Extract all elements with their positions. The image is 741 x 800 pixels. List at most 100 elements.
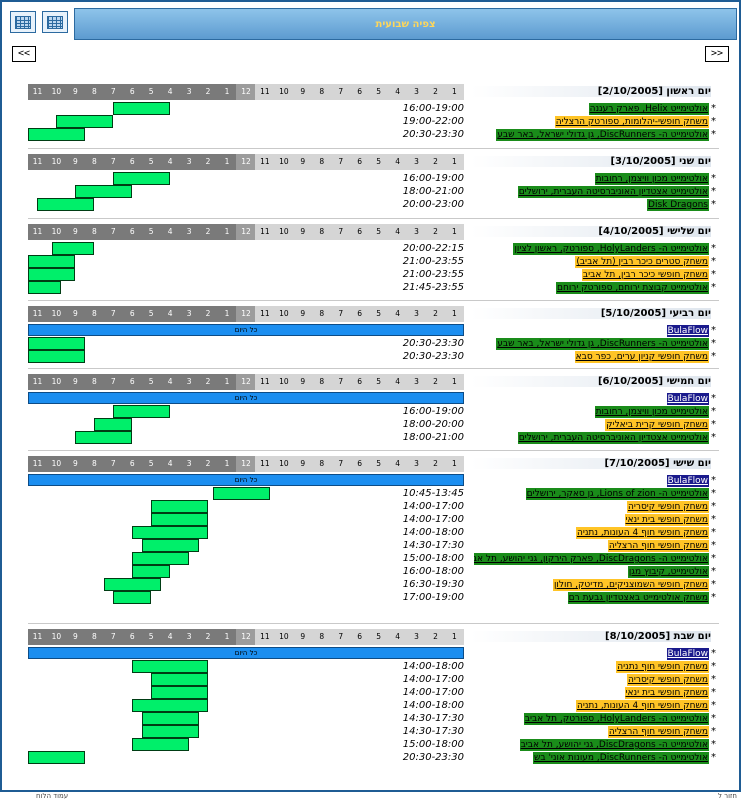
hour-tick-label: 3 [407,629,427,645]
event-link[interactable]: משחק חופשי חוף 4 העונות, נתניה [575,527,709,539]
event-time-bar[interactable] [28,350,85,363]
event-time-bar[interactable] [75,431,133,444]
event-link[interactable]: משחק חופשי כיכר רבין, תל אביב [581,269,709,281]
event-link[interactable]: אולטימייט מכון וויצמן, רחובות [594,406,709,418]
allday-bar[interactable]: כל היום [28,474,464,486]
event-time-bar[interactable] [151,686,209,699]
event-link[interactable]: אולטימייט ה- DiscRunners, מעונות אוני' ב… [533,752,709,764]
event-link[interactable]: אולטימייט ה- DiscRunners, גן גדולי ישראל… [496,338,709,350]
event-time-bar[interactable] [151,500,209,513]
event-time-bar[interactable] [28,268,76,281]
event-time-bar[interactable] [37,198,95,211]
allday-bar[interactable]: כל היום [28,647,464,659]
event-link[interactable]: אולטימייט ה- HolyLanders, ספורטק, תל אבי… [523,713,709,725]
hour-tick-label: 4 [160,456,180,472]
event-link[interactable]: אולטימייט ה- DiscDragons, פארק הירקון, ג… [474,553,709,565]
hour-tick-label: 2 [426,306,445,322]
bullet: * [711,406,716,417]
event-link[interactable]: משחק חופשי השמוצניקים, מדיטק, חולון [552,579,709,591]
hour-tick-label: 10 [46,84,66,100]
hour-tick-label: 1 [444,306,464,322]
event-link[interactable]: Disk Dragons [647,199,709,211]
month-calendar-button[interactable] [10,11,36,33]
event-time-bar[interactable] [132,552,190,565]
event-row: 16:00-19:00 * אולטימייט מכון וויצמן, רחובו… [2,172,739,185]
event-link[interactable]: משחק חופשי חוף נתניה [616,661,709,673]
hour-tick-label: 9 [65,456,85,472]
event-time-bar[interactable] [113,102,171,115]
event-time-bar[interactable] [151,673,209,686]
footer-left-link[interactable]: עמוד הלוח [36,792,68,800]
event-link[interactable]: אולטימייט ה- Lions of zion, גן סאקר, ירו… [525,488,709,500]
allday-event-link[interactable]: BulaFlow [666,325,709,337]
event-time-bar[interactable] [75,185,133,198]
event-time-bar[interactable] [113,591,152,604]
event-link[interactable]: אולטימייט אצטדיון האוניברסיטה העברית, יר… [517,186,709,198]
prev-week-button[interactable]: << [12,46,36,62]
event-time-bar[interactable] [28,281,62,294]
header: צפיה שבועית [2,2,739,40]
event-link[interactable]: אולטימייט אצטדיון האוניברסיטה העברית, יר… [517,432,709,444]
event-time-bar[interactable] [132,738,190,751]
event-link[interactable]: משחק חופשי חוף הרצליה [607,726,709,738]
event-link[interactable]: אולטימייט ה- HolyLanders, ספורטק, ראשון … [513,243,709,255]
allday-bar[interactable]: כל היום [28,392,464,404]
event-time-bar[interactable] [141,539,199,552]
event-link[interactable]: משחק חופשי קניון ערים, כפר סבא [574,351,709,363]
event-time-bar[interactable] [28,751,85,764]
event-time-bar[interactable] [56,115,114,128]
event-time-bar[interactable] [103,578,161,591]
allday-event-link[interactable]: BulaFlow [666,393,709,405]
event-link[interactable]: משחק חופשי בית ינאי [624,687,709,699]
bullet: * [711,553,716,564]
event-time-bar[interactable] [113,405,171,418]
allday-bar[interactable]: כל היום [28,324,464,336]
event-time-bar[interactable] [28,128,85,141]
day-separator [28,450,719,451]
event-link[interactable]: משחק חופשי קיסריה [626,674,709,686]
event-link[interactable]: משחק חופשי חוף הרצליה [607,540,709,552]
event-link[interactable]: משחק חופשי קרית ביאליק [605,419,709,431]
day-separator [28,300,719,301]
event-time-bar[interactable] [94,418,133,431]
event-time-bar[interactable] [28,337,85,350]
hour-tick-label: 9 [65,154,85,170]
event-link[interactable]: אולטימייט קבוצת ירוחם, ספורטק ירוחם [555,282,709,294]
event-time-bar[interactable] [132,699,209,712]
bullet: * [711,674,716,685]
week-calendar-button[interactable] [42,11,68,33]
allday-event-link[interactable]: BulaFlow [666,648,709,660]
event-link[interactable]: אולטימייט, קיבוץ מגן [627,566,709,578]
event-time-bar[interactable] [132,660,209,673]
event-link[interactable]: משחק חופשי חוף 4 העונות, נתניה [575,700,709,712]
hour-scale: 11 10 9 8 7 6 5 4 3 2 1 12 11 10 9 8 7 6 5 4 3 2 1 [28,84,464,100]
event-time-bar[interactable] [113,172,171,185]
event-time-bar[interactable] [132,526,209,539]
day-separator [28,218,719,219]
event-time-bar[interactable] [151,513,209,526]
event-link[interactable]: משחק חופשי בית ינאי [624,514,709,526]
event-row: 21:00-23:55 * משחק סטרים כיכר רבין (תל אבי… [2,255,739,268]
event-link[interactable]: משחק חופשי-יהלומות, ספורטק הרצליה [554,116,709,128]
event-time-bar[interactable] [28,255,76,268]
next-week-button[interactable]: >> [705,46,729,62]
event-link[interactable]: משחק אולטימייט באצטדיון גבעת רם [567,592,709,604]
event-time-bar[interactable] [132,565,171,578]
event-time-bar[interactable] [51,242,95,255]
event-link[interactable]: אולטימייט מכון וויצמן, רחובות [594,173,709,185]
hour-tick-label: 9 [65,306,85,322]
event-link[interactable]: אולטימייט ה- DiscRunners, גן גדולי ישראל… [496,129,709,141]
event-link[interactable]: משחק חופשי קיסריה [626,501,709,513]
event-time-bar[interactable] [141,712,199,725]
footer-right-link[interactable]: חזור ל [718,792,737,800]
hour-tick-label: 2 [198,306,218,322]
event-link[interactable]: אולטימייט Helix, פארק רעננה [588,103,709,115]
allday-event-link[interactable]: BulaFlow [666,475,709,487]
hour-tick-label: 10 [274,374,294,390]
event-link[interactable]: אולטימייט ה- DiscDragons, גני יהושע, תל … [519,739,709,751]
event-time-bar[interactable] [212,487,270,500]
event-time-bar[interactable] [141,725,199,738]
event-link[interactable]: משחק סטרים כיכר רבין (תל אביב) [575,256,709,268]
hour-tick-label: 4 [160,154,180,170]
event-row: 21:00-23:55 * משחק חופשי כיכר רבין, תל אבי… [2,268,739,281]
